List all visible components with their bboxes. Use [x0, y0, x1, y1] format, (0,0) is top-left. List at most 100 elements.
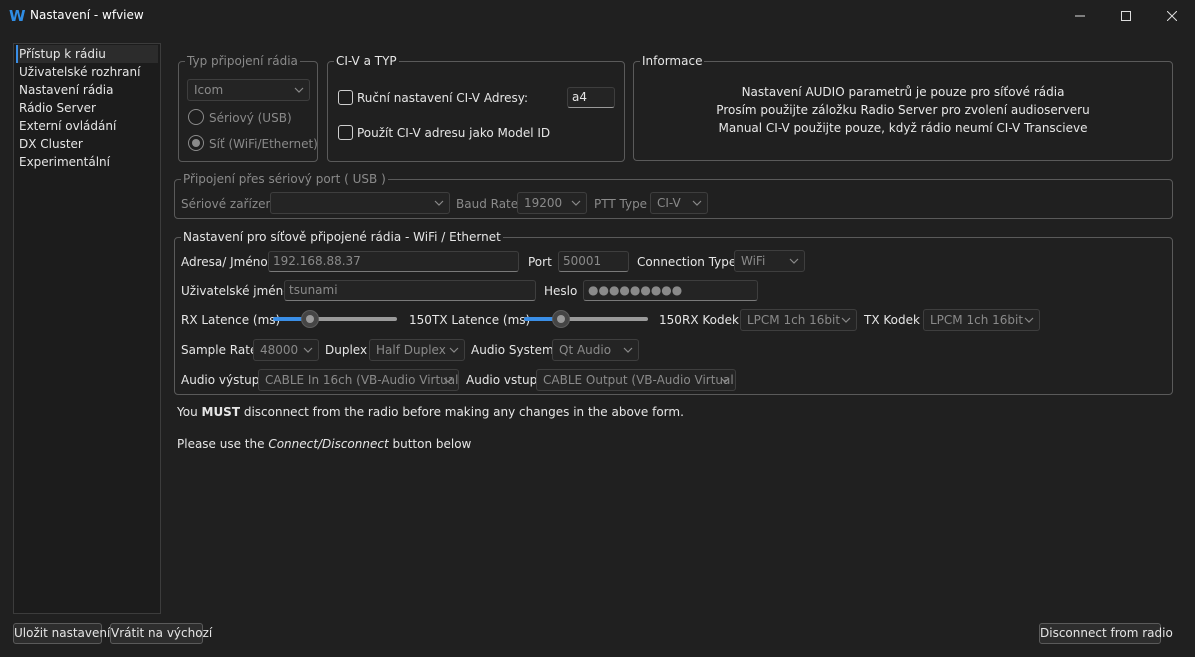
chevron-down-icon — [841, 310, 851, 330]
network-radio[interactable] — [188, 135, 204, 151]
chevron-down-icon — [789, 251, 799, 271]
serial-device-select[interactable] — [270, 192, 450, 214]
connection-type-title: Typ připojení rádia — [185, 53, 300, 69]
ptt-type-select[interactable]: CI-V — [650, 192, 708, 214]
info-text: Nastavení AUDIO parametrů je pouze pro s… — [634, 83, 1172, 137]
sidebar-item-dx-cluster[interactable]: DX Cluster — [16, 135, 158, 153]
serial-title: Připojení přes sériový port ( USB ) — [181, 171, 388, 187]
tx-latency-label: TX Latence (ms) — [432, 313, 531, 327]
tx-codec-value: LPCM 1ch 16bit — [930, 313, 1024, 327]
chevron-down-icon — [720, 370, 730, 390]
chevron-down-icon — [434, 193, 444, 213]
audio-output-select[interactable]: CABLE In 16ch (VB-Audio Virtual C — [258, 369, 459, 391]
close-button[interactable] — [1149, 0, 1195, 32]
info-title: Informace — [640, 53, 705, 69]
serial-radio-label: Sériový (USB) — [209, 111, 292, 125]
sidebar-item-radio-settings[interactable]: Nastavení rádia — [16, 81, 158, 99]
minimize-icon — [1075, 15, 1085, 17]
settings-sidebar: Přístup k rádiu Uživatelské rozhraní Nas… — [13, 43, 161, 614]
maximize-button[interactable] — [1103, 0, 1149, 32]
disconnect-notice: You MUST disconnect from the radio befor… — [177, 404, 684, 420]
audio-input-label: Audio vstup — [466, 373, 538, 387]
port-label: Port — [528, 255, 552, 269]
address-input[interactable]: 192.168.88.37 — [268, 251, 519, 272]
civ-address-input[interactable]: a4 — [567, 87, 615, 108]
rx-codec-select[interactable]: LPCM 1ch 16bit — [740, 309, 857, 331]
hint-part-1: Please use the — [177, 437, 269, 451]
chevron-down-icon — [571, 193, 581, 213]
rx-codec-value: LPCM 1ch 16bit — [747, 313, 841, 327]
civ-title: CI-V a TYP — [334, 53, 399, 69]
username-label: Uživatelské jméno — [181, 284, 291, 298]
tx-codec-label: TX Kodek — [864, 313, 920, 327]
audio-system-label: Audio System — [471, 343, 554, 357]
save-settings-button[interactable]: Uložit nastavení — [13, 623, 110, 644]
rx-latency-label: RX Latence (ms) — [181, 313, 281, 327]
civ-group: CI-V a TYP — [327, 53, 625, 162]
connection-type-select[interactable]: WiFi — [734, 250, 805, 272]
rx-latency-thumb[interactable] — [301, 310, 319, 328]
connection-type-label: Connection Type — [637, 255, 737, 269]
sidebar-item-experimental[interactable]: Experimentální — [16, 153, 158, 171]
notice-part-1: You — [177, 405, 202, 419]
window-title: Nastavení - wfview — [30, 8, 144, 22]
network-radio-label: Síť (WiFi/Ethernet) — [209, 137, 318, 151]
civ-model-id-label: Použít CI-V adresu jako Model ID — [357, 126, 551, 140]
audio-output-value: CABLE In 16ch (VB-Audio Virtual C — [265, 373, 458, 387]
serial-device-label: Sériové zařízení: — [181, 197, 281, 211]
audio-input-select[interactable]: CABLE Output (VB-Audio Virtual C — [536, 369, 736, 391]
rx-codec-label: RX Kodek — [682, 313, 739, 327]
sidebar-item-radio-access[interactable]: Přístup k rádiu — [16, 45, 158, 63]
audio-output-label: Audio výstup — [181, 373, 260, 387]
chevron-down-icon — [623, 340, 633, 360]
rx-latency-value: 150 — [409, 313, 432, 327]
app-logo-icon: W — [9, 7, 26, 25]
sidebar-item-user-interface[interactable]: Uživatelské rozhraní — [16, 63, 158, 81]
chevron-down-icon — [443, 370, 453, 390]
manual-civ-checkbox[interactable] — [338, 90, 353, 105]
address-label: Adresa/ Jméno — [181, 255, 268, 269]
password-label: Heslo — [544, 284, 578, 298]
tx-latency-thumb[interactable] — [552, 310, 570, 328]
hint-connect-disconnect: Connect/Disconnect — [268, 437, 389, 451]
info-line-1: Nastavení AUDIO parametrů je pouze pro s… — [741, 85, 1065, 99]
sample-rate-select[interactable]: 48000 — [253, 339, 319, 361]
chevron-down-icon — [303, 340, 313, 360]
serial-radio[interactable] — [188, 109, 204, 125]
disconnect-button[interactable]: Disconnect from radio — [1039, 623, 1173, 644]
username-input[interactable]: tsunami — [284, 280, 536, 301]
chevron-down-icon — [1024, 310, 1034, 330]
baud-rate-label: Baud Rate — [456, 197, 519, 211]
duplex-label: Duplex — [325, 343, 368, 357]
notice-must: MUST — [201, 405, 241, 419]
connect-hint: Please use the Connect/Disconnect button… — [177, 436, 471, 452]
sidebar-item-radio-server[interactable]: Rádio Server — [16, 99, 158, 117]
info-line-2: Prosím použijte záložku Radio Server pro… — [716, 103, 1090, 117]
sidebar-item-external-control[interactable]: Externí ovládání — [16, 117, 158, 135]
chevron-down-icon — [294, 80, 304, 100]
minimize-button[interactable] — [1057, 0, 1103, 32]
port-input[interactable]: 50001 — [558, 251, 629, 272]
reset-defaults-button[interactable]: Vrátit na výchozí — [110, 623, 212, 644]
chevron-down-icon — [449, 340, 459, 360]
tx-latency-value: 150 — [659, 313, 682, 327]
network-title: Nastavení pro síťově připojené rádia - W… — [181, 229, 503, 245]
civ-model-id-checkbox[interactable] — [338, 125, 353, 140]
duplex-select[interactable]: Half Duplex — [369, 339, 465, 361]
baud-rate-select[interactable]: 19200 — [517, 192, 587, 214]
manufacturer-value: Icom — [194, 83, 224, 97]
info-line-3: Manual CI-V použijte pouze, když rádio n… — [718, 121, 1088, 135]
audio-input-value: CABLE Output (VB-Audio Virtual C — [543, 373, 735, 387]
close-icon — [1167, 11, 1177, 21]
tx-codec-select[interactable]: LPCM 1ch 16bit — [923, 309, 1040, 331]
chevron-down-icon — [692, 193, 702, 213]
manufacturer-select[interactable]: Icom — [187, 79, 310, 101]
ptt-type-label: PTT Type — [594, 197, 648, 211]
title-bar: W Nastavení - wfview — [0, 0, 1195, 32]
password-input[interactable]: ●●●●●●●●● — [583, 280, 758, 301]
audio-system-select[interactable]: Qt Audio — [552, 339, 639, 361]
sample-rate-label: Sample Rate — [181, 343, 258, 357]
maximize-icon — [1121, 11, 1131, 21]
hint-part-2: button below — [388, 437, 472, 451]
notice-part-2: disconnect from the radio before making … — [240, 405, 684, 419]
